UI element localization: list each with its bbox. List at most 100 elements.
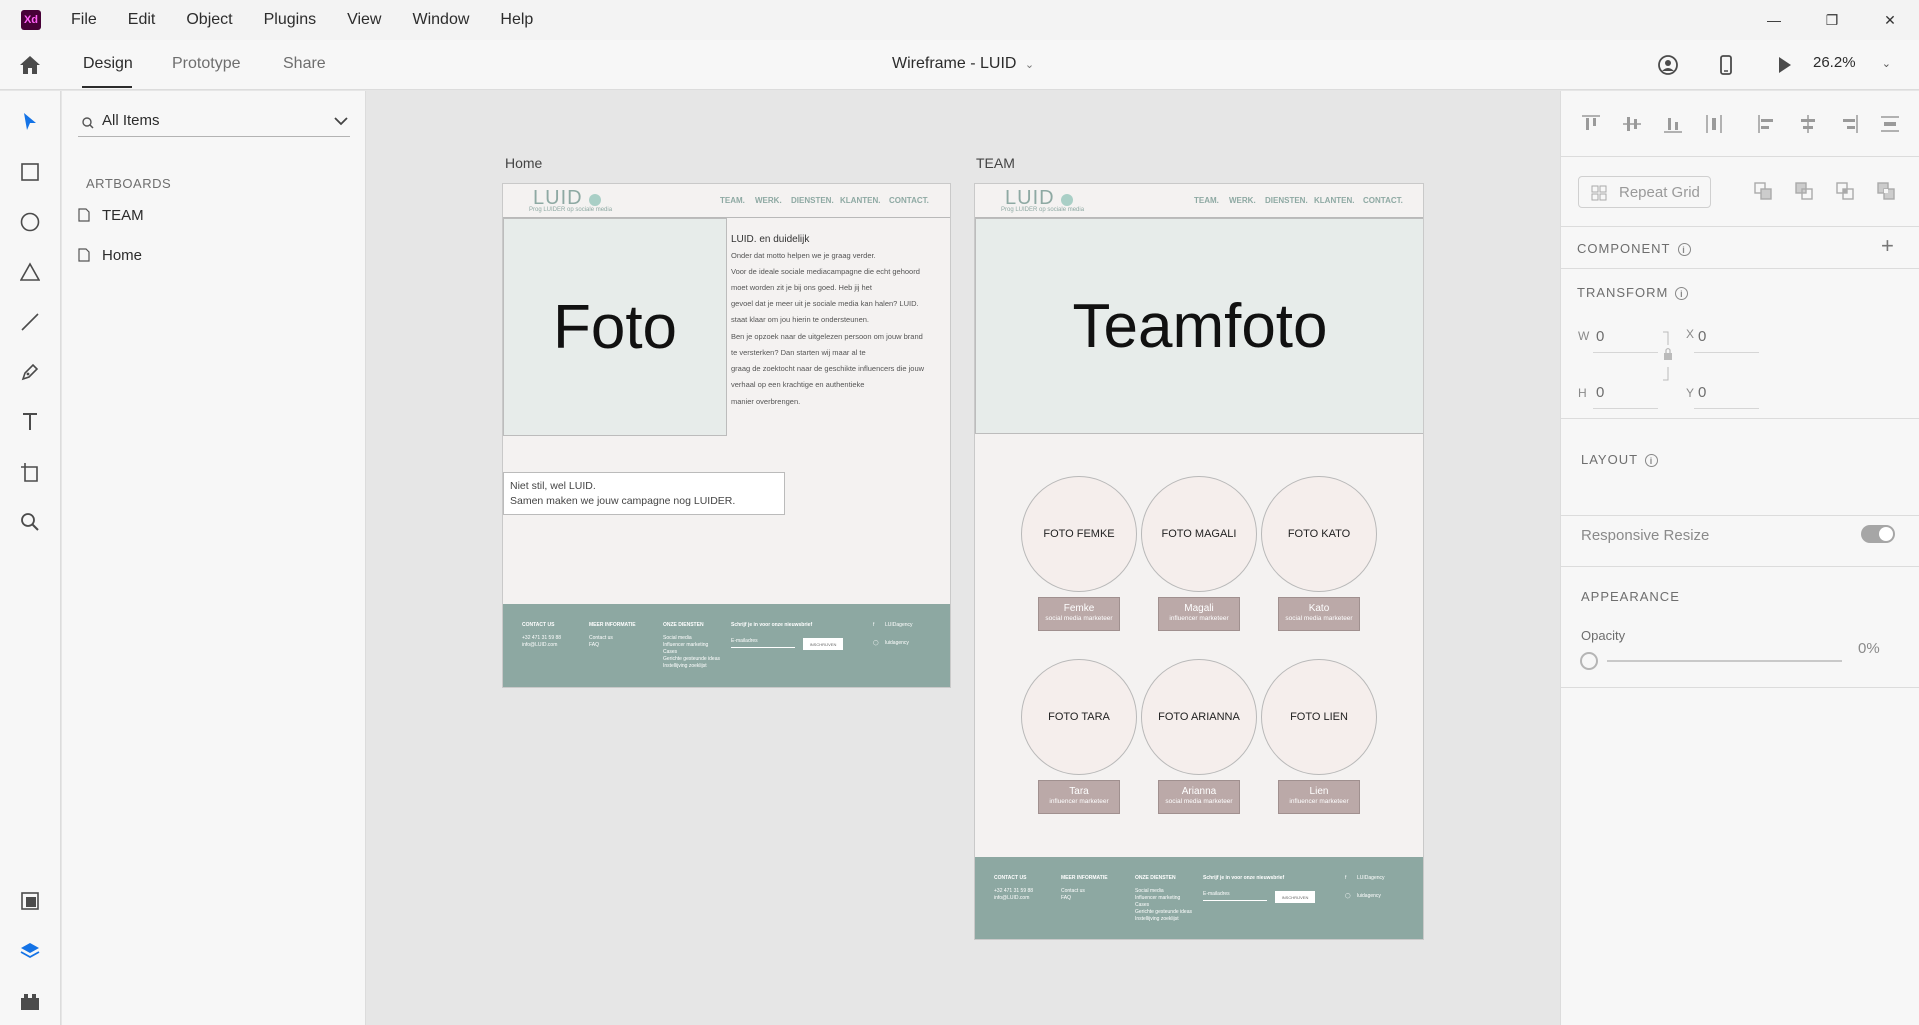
- info-icon[interactable]: i: [1645, 454, 1659, 468]
- align-right-icon[interactable]: [1839, 114, 1859, 134]
- artboard-label-team[interactable]: TEAM: [976, 155, 1015, 171]
- member-role: social media marketeer: [1285, 615, 1353, 622]
- pen-tool[interactable]: [18, 360, 42, 384]
- boolean-intersect-icon[interactable]: [1835, 181, 1855, 201]
- component-section: COMPONENT i +: [1561, 227, 1919, 269]
- zoom-level[interactable]: 26.2% ⌄: [1813, 54, 1891, 71]
- restore-button[interactable]: ❐: [1803, 0, 1861, 40]
- distribute-horizontal-icon[interactable]: [1880, 114, 1900, 134]
- add-component-icon[interactable]: +: [1881, 233, 1894, 259]
- pointer-icon: [24, 113, 36, 130]
- x-label: X: [1686, 327, 1695, 341]
- align-center-icon[interactable]: [1798, 114, 1818, 134]
- share-user-icon[interactable]: [1657, 54, 1679, 76]
- artboard-home[interactable]: LUID Prog LUIDER op sociale media TEAM. …: [502, 183, 951, 688]
- height-label: H: [1578, 386, 1587, 400]
- minimize-button[interactable]: —: [1745, 0, 1803, 40]
- layout-section: LAYOUT i: [1561, 419, 1919, 516]
- info-icon[interactable]: i: [1675, 287, 1689, 301]
- footer-link: Contact us: [1061, 888, 1085, 894]
- site-footer: CONTACT US +32 471 31 59 88 info@LUID.co…: [503, 604, 950, 687]
- instagram-icon: ◯: [873, 640, 879, 646]
- member-role: social media marketeer: [1045, 615, 1113, 622]
- boolean-add-icon[interactable]: [1753, 181, 1773, 201]
- width-field[interactable]: 0: [1596, 328, 1604, 345]
- member-name: Femke: [1063, 603, 1095, 614]
- footer-info-title: MEER INFORMATIE: [1061, 875, 1108, 881]
- site-footer: CONTACT US +32 471 31 59 88 info@LUID.co…: [975, 857, 1423, 939]
- menu-window[interactable]: Window: [412, 11, 469, 29]
- home-icon[interactable]: [18, 54, 42, 76]
- align-bottom-icon[interactable]: [1663, 114, 1683, 134]
- triangle-icon: [20, 262, 40, 281]
- intro-title: LUID. en duidelijk: [731, 234, 810, 245]
- search-filter-value: All Items: [102, 112, 160, 129]
- menu-help[interactable]: Help: [500, 11, 533, 29]
- distribute-vertical-icon[interactable]: [1704, 114, 1724, 134]
- artboards-section-label: ARTBOARDS: [86, 176, 172, 191]
- lock-aspect-icon[interactable]: [1662, 331, 1674, 381]
- layer-artboard-home[interactable]: Home: [78, 244, 142, 266]
- ellipse-tool[interactable]: [18, 210, 42, 234]
- artboard-label-home[interactable]: Home: [505, 155, 542, 171]
- select-tool[interactable]: [18, 110, 42, 134]
- plugins-tool[interactable]: [18, 989, 42, 1013]
- align-left-icon[interactable]: [1757, 114, 1777, 134]
- search-icon: [82, 117, 94, 129]
- artboard-team[interactable]: LUID Prog LUIDER op sociale media TEAM. …: [974, 183, 1424, 940]
- layer-artboard-team[interactable]: TEAM: [78, 204, 144, 226]
- footer-service: Social media: [663, 635, 692, 641]
- device-preview-icon[interactable]: [1715, 54, 1737, 76]
- menu-object[interactable]: Object: [186, 11, 232, 29]
- member-name: Magali: [1184, 603, 1214, 614]
- close-button[interactable]: ✕: [1861, 0, 1919, 40]
- document-title[interactable]: Wireframe - LUID ⌄: [892, 55, 1034, 73]
- artboard-icon: [21, 463, 38, 482]
- transform-title-text: TRANSFORM: [1577, 285, 1669, 300]
- align-middle-icon[interactable]: [1622, 114, 1642, 134]
- artboard-tool[interactable]: [18, 460, 42, 484]
- hero-photo-placeholder: Foto: [503, 218, 727, 436]
- info-icon[interactable]: i: [1677, 243, 1691, 257]
- layers-search[interactable]: All Items: [78, 109, 350, 137]
- boolean-exclude-icon[interactable]: [1876, 181, 1896, 201]
- opacity-value[interactable]: 0%: [1858, 640, 1880, 657]
- play-icon[interactable]: [1773, 54, 1795, 76]
- menu-edit[interactable]: Edit: [128, 11, 156, 29]
- tab-design[interactable]: Design: [83, 55, 133, 73]
- nav-team: TEAM.: [1194, 196, 1219, 205]
- design-canvas[interactable]: Home LUID Prog LUIDER op sociale media T…: [366, 91, 1560, 1025]
- opacity-slider-handle[interactable]: [1580, 652, 1598, 670]
- slogan-line-1: Niet stil, wel LUID.: [510, 480, 596, 492]
- artboard-layer-icon: [78, 248, 90, 262]
- member-role: influencer marketeer: [1049, 798, 1109, 805]
- tab-prototype[interactable]: Prototype: [172, 55, 240, 73]
- footer-link: FAQ: [1061, 895, 1072, 901]
- line-tool[interactable]: [18, 310, 42, 334]
- polygon-tool[interactable]: [18, 260, 42, 284]
- align-top-icon[interactable]: [1581, 114, 1601, 134]
- boolean-subtract-icon[interactable]: [1794, 181, 1814, 201]
- social-facebook: LUIDagency: [885, 622, 913, 628]
- menu-file[interactable]: File: [71, 11, 97, 29]
- zoom-tool[interactable]: [18, 510, 42, 534]
- assets-tool[interactable]: [18, 889, 42, 913]
- tab-share[interactable]: Share: [283, 55, 326, 73]
- x-field[interactable]: 0: [1698, 328, 1706, 345]
- menu-view[interactable]: View: [347, 11, 381, 29]
- responsive-resize-toggle[interactable]: [1861, 525, 1895, 543]
- rectangle-tool[interactable]: [18, 160, 42, 184]
- appearance-title: APPEARANCE: [1581, 589, 1680, 604]
- opacity-slider-track[interactable]: [1607, 660, 1842, 662]
- newsletter-title: Schrijf je in voor onze nieuwsbrief: [731, 622, 813, 628]
- layout-title: LAYOUT i: [1581, 452, 1659, 468]
- assets-icon: [21, 892, 39, 910]
- layers-tool[interactable]: [18, 939, 42, 963]
- chevron-down-icon[interactable]: [334, 116, 348, 126]
- menu-plugins[interactable]: Plugins: [264, 11, 316, 29]
- text-tool[interactable]: [18, 410, 42, 434]
- zoom-value: 26.2%: [1813, 54, 1856, 71]
- y-field[interactable]: 0: [1698, 384, 1706, 401]
- repeat-grid-button[interactable]: Repeat Grid: [1578, 176, 1711, 208]
- height-field[interactable]: 0: [1596, 384, 1604, 401]
